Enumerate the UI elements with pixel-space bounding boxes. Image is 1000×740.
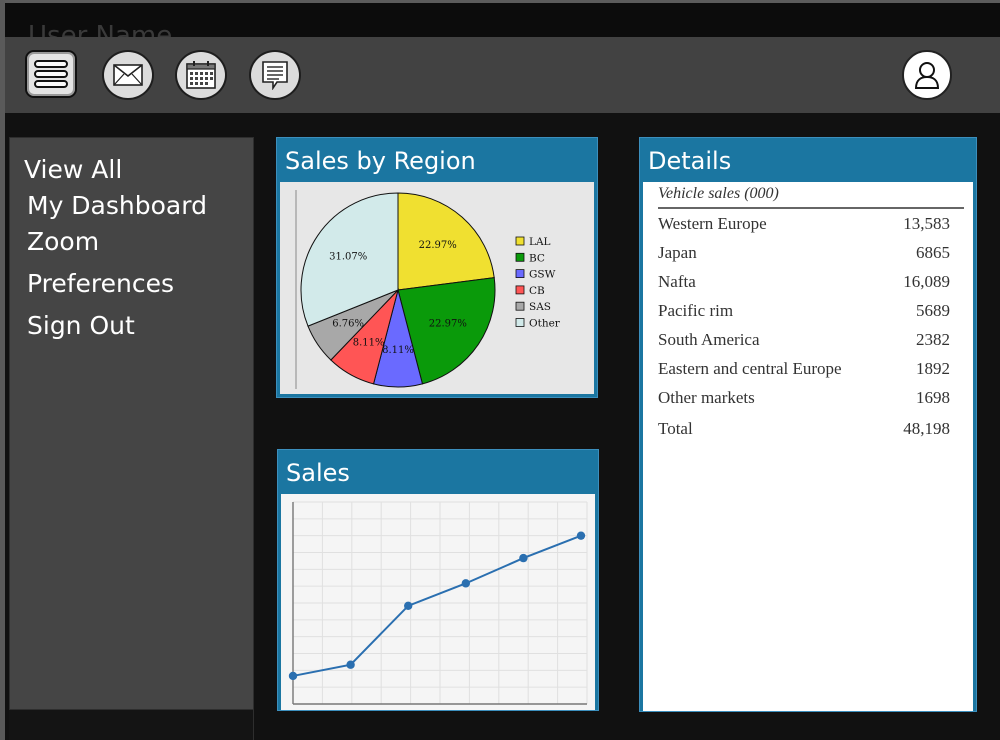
- pie-slice-label: 22.97%: [419, 240, 457, 251]
- toolbar: [5, 37, 1000, 113]
- row-label: Japan: [658, 243, 697, 262]
- legend-swatch: [515, 285, 525, 295]
- legend-swatch: [515, 301, 525, 311]
- sidebar: View All My Dashboard Zoom Preferences S…: [9, 137, 254, 710]
- details-panel: Details Vehicle sales (000) Western Euro…: [639, 137, 977, 712]
- panel-title: Details: [648, 147, 732, 175]
- details-body: Vehicle sales (000) Western Europe 13,583…: [643, 182, 973, 711]
- sidebar-footer: [9, 710, 254, 740]
- sidebar-item-sign-out[interactable]: Sign Out: [27, 311, 253, 341]
- calendar-icon: [186, 61, 216, 89]
- table-row: Western Europe 13,583: [658, 209, 964, 238]
- legend-label: SAS: [529, 301, 551, 313]
- legend-swatch: [515, 236, 525, 246]
- sidebar-item-my-dashboard[interactable]: My Dashboard: [27, 191, 253, 221]
- panel-title: Sales by Region: [285, 147, 476, 175]
- pie-slice-label: 8.11%: [353, 337, 385, 348]
- sales-data-point[interactable]: [288, 671, 298, 681]
- row-label: Other markets: [658, 388, 755, 407]
- row-value: 2382: [916, 330, 950, 349]
- sales-data-point[interactable]: [404, 601, 413, 611]
- document-icon: [262, 61, 288, 90]
- sidebar-item-preferences[interactable]: Preferences: [27, 269, 253, 299]
- table-row: South America 2382: [658, 325, 964, 354]
- legend-swatch: [515, 318, 525, 327]
- row-value: 5689: [916, 301, 950, 320]
- sales-data-point[interactable]: [461, 579, 470, 588]
- menu-button[interactable]: [25, 50, 77, 98]
- row-label: Western Europe: [658, 214, 767, 233]
- legend-label: BC: [529, 252, 545, 264]
- row-label: South America: [658, 330, 760, 349]
- sales-by-region-panel: Sales by Region 22.97% 22.97% 8.11% 8.11% 6.…: [276, 137, 598, 398]
- calendar-button[interactable]: [175, 50, 227, 100]
- envelope-icon: [113, 64, 143, 86]
- pie-chart-area: 22.97% 22.97% 8.11% 8.11% 6.76% 31.07% LAL BC GS…: [280, 182, 594, 394]
- user-name-text: User Name: [28, 21, 173, 37]
- table-row: Nafta 16,089: [658, 267, 964, 296]
- row-value: 1698: [916, 388, 950, 407]
- sales-series-line: [292, 534, 582, 677]
- table-caption: Vehicle sales (000): [658, 182, 964, 209]
- sidebar-item-zoom[interactable]: Zoom: [27, 227, 253, 257]
- pie-chart: 22.97% 22.97% 8.11%8.11% 6.76% 31.07% LAL BC GS…: [295, 190, 561, 389]
- legend-swatch: [515, 269, 525, 278]
- legend-label: Other: [529, 318, 561, 330]
- pie-slice-label: 31.07%: [329, 251, 367, 262]
- pie-slice-label: 6.76%: [332, 319, 364, 330]
- legend-swatch: [515, 252, 525, 262]
- legend-label: CB: [529, 285, 545, 297]
- table-row: Total 48,198: [658, 414, 964, 443]
- row-value: 48,198: [903, 419, 950, 438]
- sales-panel: Sales: [277, 449, 599, 711]
- title-strip: User Name: [0, 0, 1000, 37]
- hamburger-icon: [34, 60, 68, 88]
- pie-slice-label: 8.11%: [382, 345, 414, 356]
- row-value: 6865: [916, 243, 950, 262]
- details-table: Vehicle sales (000) Western Europe 13,583…: [658, 182, 964, 443]
- pie-slice-label: 22.97%: [429, 319, 467, 330]
- row-value: 1892: [916, 359, 950, 378]
- user-icon: [914, 62, 940, 89]
- profile-button[interactable]: [902, 50, 952, 100]
- table-row: Other markets 1698: [658, 383, 964, 412]
- line-chart-area: [281, 494, 595, 710]
- row-label: Total: [658, 419, 693, 438]
- panel-title: Sales: [286, 459, 350, 487]
- sales-data-point[interactable]: [519, 553, 528, 563]
- row-label: Eastern and central Europe: [658, 359, 842, 378]
- sales-data-point[interactable]: [576, 531, 586, 540]
- row-value: 13,583: [903, 214, 950, 233]
- legend-label: LAL: [529, 236, 551, 248]
- legend-label: GSW: [529, 269, 556, 281]
- sidebar-item-view-all[interactable]: View All: [24, 155, 253, 185]
- mail-button[interactable]: [102, 50, 154, 100]
- line-chart: [288, 501, 588, 705]
- notes-button[interactable]: [249, 50, 301, 100]
- row-label: Pacific rim: [658, 301, 734, 320]
- table-row: Eastern and central Europe 1892: [658, 354, 964, 383]
- table-row: Pacific rim 5689: [658, 296, 964, 325]
- table-row: Japan 6865: [658, 238, 964, 267]
- row-value: 16,089: [903, 272, 950, 291]
- sales-data-point[interactable]: [346, 660, 355, 669]
- row-label: Nafta: [658, 272, 696, 291]
